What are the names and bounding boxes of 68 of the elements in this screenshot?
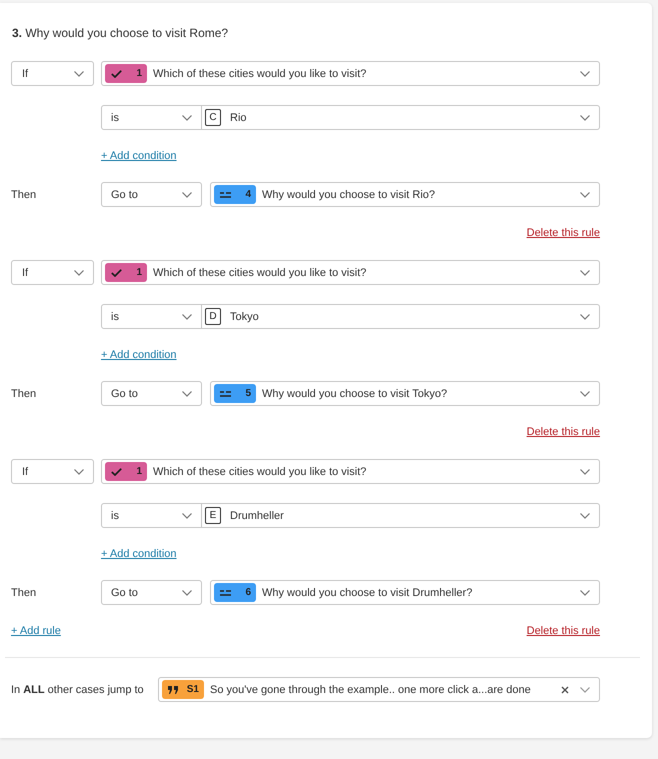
- delete-rule-link[interactable]: Delete this rule: [526, 624, 600, 638]
- check-icon: [111, 468, 122, 476]
- chevron-down-icon: [580, 590, 590, 596]
- question-number: 1: [136, 267, 142, 278]
- chevron-down-icon: [182, 512, 192, 518]
- add-condition-link[interactable]: + Add condition: [101, 547, 177, 561]
- clear-icon[interactable]: [561, 686, 569, 694]
- chevron-down-icon: [580, 314, 590, 320]
- chevron-down-icon: [74, 468, 84, 474]
- question-number: 6: [245, 587, 251, 598]
- action-dropdown[interactable]: Go to: [101, 182, 202, 207]
- text-lines-icon: [220, 192, 231, 198]
- question-number: 1: [136, 68, 142, 79]
- choice-dropdown[interactable]: D Tokyo: [202, 304, 600, 329]
- chevron-down-icon: [182, 192, 192, 198]
- condition-type-dropdown[interactable]: If: [11, 260, 94, 285]
- operator-dropdown[interactable]: is: [101, 105, 202, 130]
- chevron-down-icon: [580, 512, 590, 518]
- question-number: 1: [136, 466, 142, 477]
- chevron-down-icon: [182, 390, 192, 396]
- chevron-down-icon: [74, 270, 84, 276]
- action-dropdown[interactable]: Go to: [101, 580, 202, 605]
- target-question-dropdown[interactable]: 5 Why would you choose to visit Tokyo?: [210, 381, 600, 406]
- condition-type-dropdown[interactable]: If: [11, 61, 94, 86]
- target-question-dropdown[interactable]: 6 Why would you choose to visit Drumheller?: [210, 580, 600, 605]
- add-rule-link[interactable]: + Add rule: [11, 624, 61, 638]
- question-title: 3. Why would you choose to visit Rome?: [12, 25, 230, 41]
- chevron-down-icon: [580, 192, 590, 198]
- choice-dropdown[interactable]: C Rio: [202, 105, 600, 130]
- question-number: 4: [245, 189, 251, 200]
- choice-key: D: [205, 308, 221, 325]
- chevron-down-icon: [580, 686, 590, 692]
- question-number: 5: [245, 388, 251, 399]
- quote-icon: [168, 686, 178, 694]
- then-label: Then: [11, 188, 38, 200]
- text-lines-icon: [220, 390, 231, 396]
- text-lines-icon: [220, 590, 231, 596]
- then-label: Then: [11, 388, 38, 400]
- question-dropdown[interactable]: 1 Which of these cities would you like to visit?: [101, 61, 600, 86]
- chevron-down-icon: [580, 390, 590, 396]
- chevron-down-icon: [182, 114, 192, 120]
- operator-dropdown[interactable]: is: [101, 503, 202, 528]
- question-number: S1: [186, 684, 199, 695]
- check-icon: [111, 268, 122, 276]
- chevron-down-icon: [580, 70, 590, 76]
- operator-dropdown[interactable]: is: [101, 304, 202, 329]
- choice-key: C: [205, 109, 221, 126]
- delete-rule-link[interactable]: Delete this rule: [526, 226, 600, 240]
- then-label: Then: [11, 586, 38, 598]
- question-dropdown[interactable]: 1 Which of these cities would you like to visit?: [101, 459, 600, 484]
- add-condition-link[interactable]: + Add condition: [101, 348, 177, 362]
- choice-dropdown[interactable]: E Drumheller: [202, 503, 600, 528]
- choice-key: E: [205, 507, 221, 524]
- fallback-label: In ALL other cases jump to: [11, 684, 145, 696]
- chevron-down-icon: [580, 114, 590, 120]
- question-dropdown[interactable]: 1 Which of these cities would you like to visit?: [101, 260, 600, 285]
- jump-target-dropdown[interactable]: S1 So you've gone through the example.. one more click a...are done: [158, 677, 600, 702]
- action-dropdown[interactable]: Go to: [101, 381, 202, 406]
- delete-rule-link[interactable]: Delete this rule: [526, 425, 600, 439]
- target-question-dropdown[interactable]: 4 Why would you choose to visit Rio?: [210, 182, 600, 207]
- add-condition-link[interactable]: + Add condition: [101, 149, 177, 163]
- chevron-down-icon: [580, 468, 590, 474]
- check-icon: [111, 70, 122, 78]
- chevron-down-icon: [182, 590, 192, 596]
- chevron-down-icon: [182, 314, 192, 320]
- chevron-down-icon: [580, 270, 590, 276]
- condition-type-dropdown[interactable]: If: [11, 459, 94, 484]
- chevron-down-icon: [74, 70, 84, 76]
